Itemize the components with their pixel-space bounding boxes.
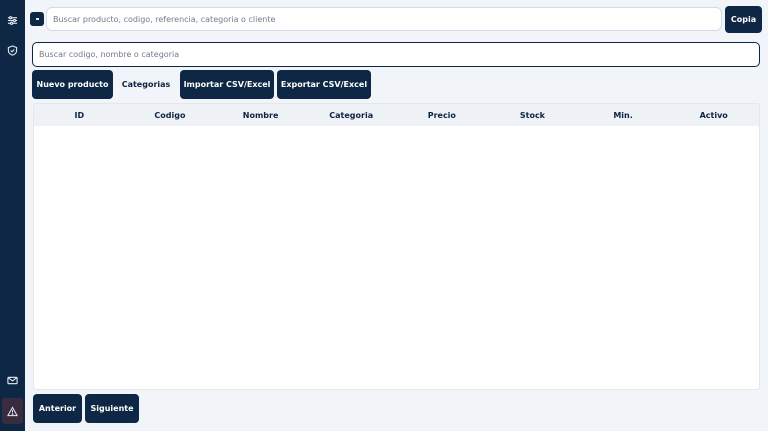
mail-icon[interactable] (4, 372, 21, 389)
column-header-codigo[interactable]: Codigo (125, 111, 216, 120)
menu-toggle-button[interactable] (30, 12, 44, 26)
column-header-precio[interactable]: Precio (397, 111, 488, 120)
column-header-activo[interactable]: Activo (668, 111, 759, 120)
shield-check-icon[interactable] (4, 42, 21, 59)
global-search-input[interactable] (46, 7, 722, 31)
export-csv-button[interactable]: Exportar CSV/Excel (277, 70, 371, 99)
previous-page-button[interactable]: Anterior (33, 394, 82, 423)
column-header-stock[interactable]: Stock (487, 111, 578, 120)
alert-triangle-icon[interactable] (2, 398, 23, 424)
column-header-categoria[interactable]: Categoria (306, 111, 397, 120)
categories-button[interactable]: Categorias (116, 70, 176, 99)
table-header: ID Codigo Nombre Categoria Precio Stock … (34, 104, 759, 126)
new-product-button[interactable]: Nuevo producto (32, 70, 113, 99)
copy-button[interactable]: Copia (725, 6, 762, 33)
sliders-icon[interactable] (4, 12, 21, 29)
menu-dot-icon (35, 18, 39, 20)
product-filter-input[interactable] (32, 42, 760, 67)
import-csv-button[interactable]: Importar CSV/Excel (180, 70, 274, 99)
column-header-nombre[interactable]: Nombre (215, 111, 306, 120)
column-header-min[interactable]: Min. (578, 111, 669, 120)
column-header-id[interactable]: ID (34, 111, 125, 120)
next-page-button[interactable]: Siguiente (85, 394, 139, 423)
sidebar (0, 0, 25, 431)
products-table: ID Codigo Nombre Categoria Precio Stock … (33, 103, 760, 390)
